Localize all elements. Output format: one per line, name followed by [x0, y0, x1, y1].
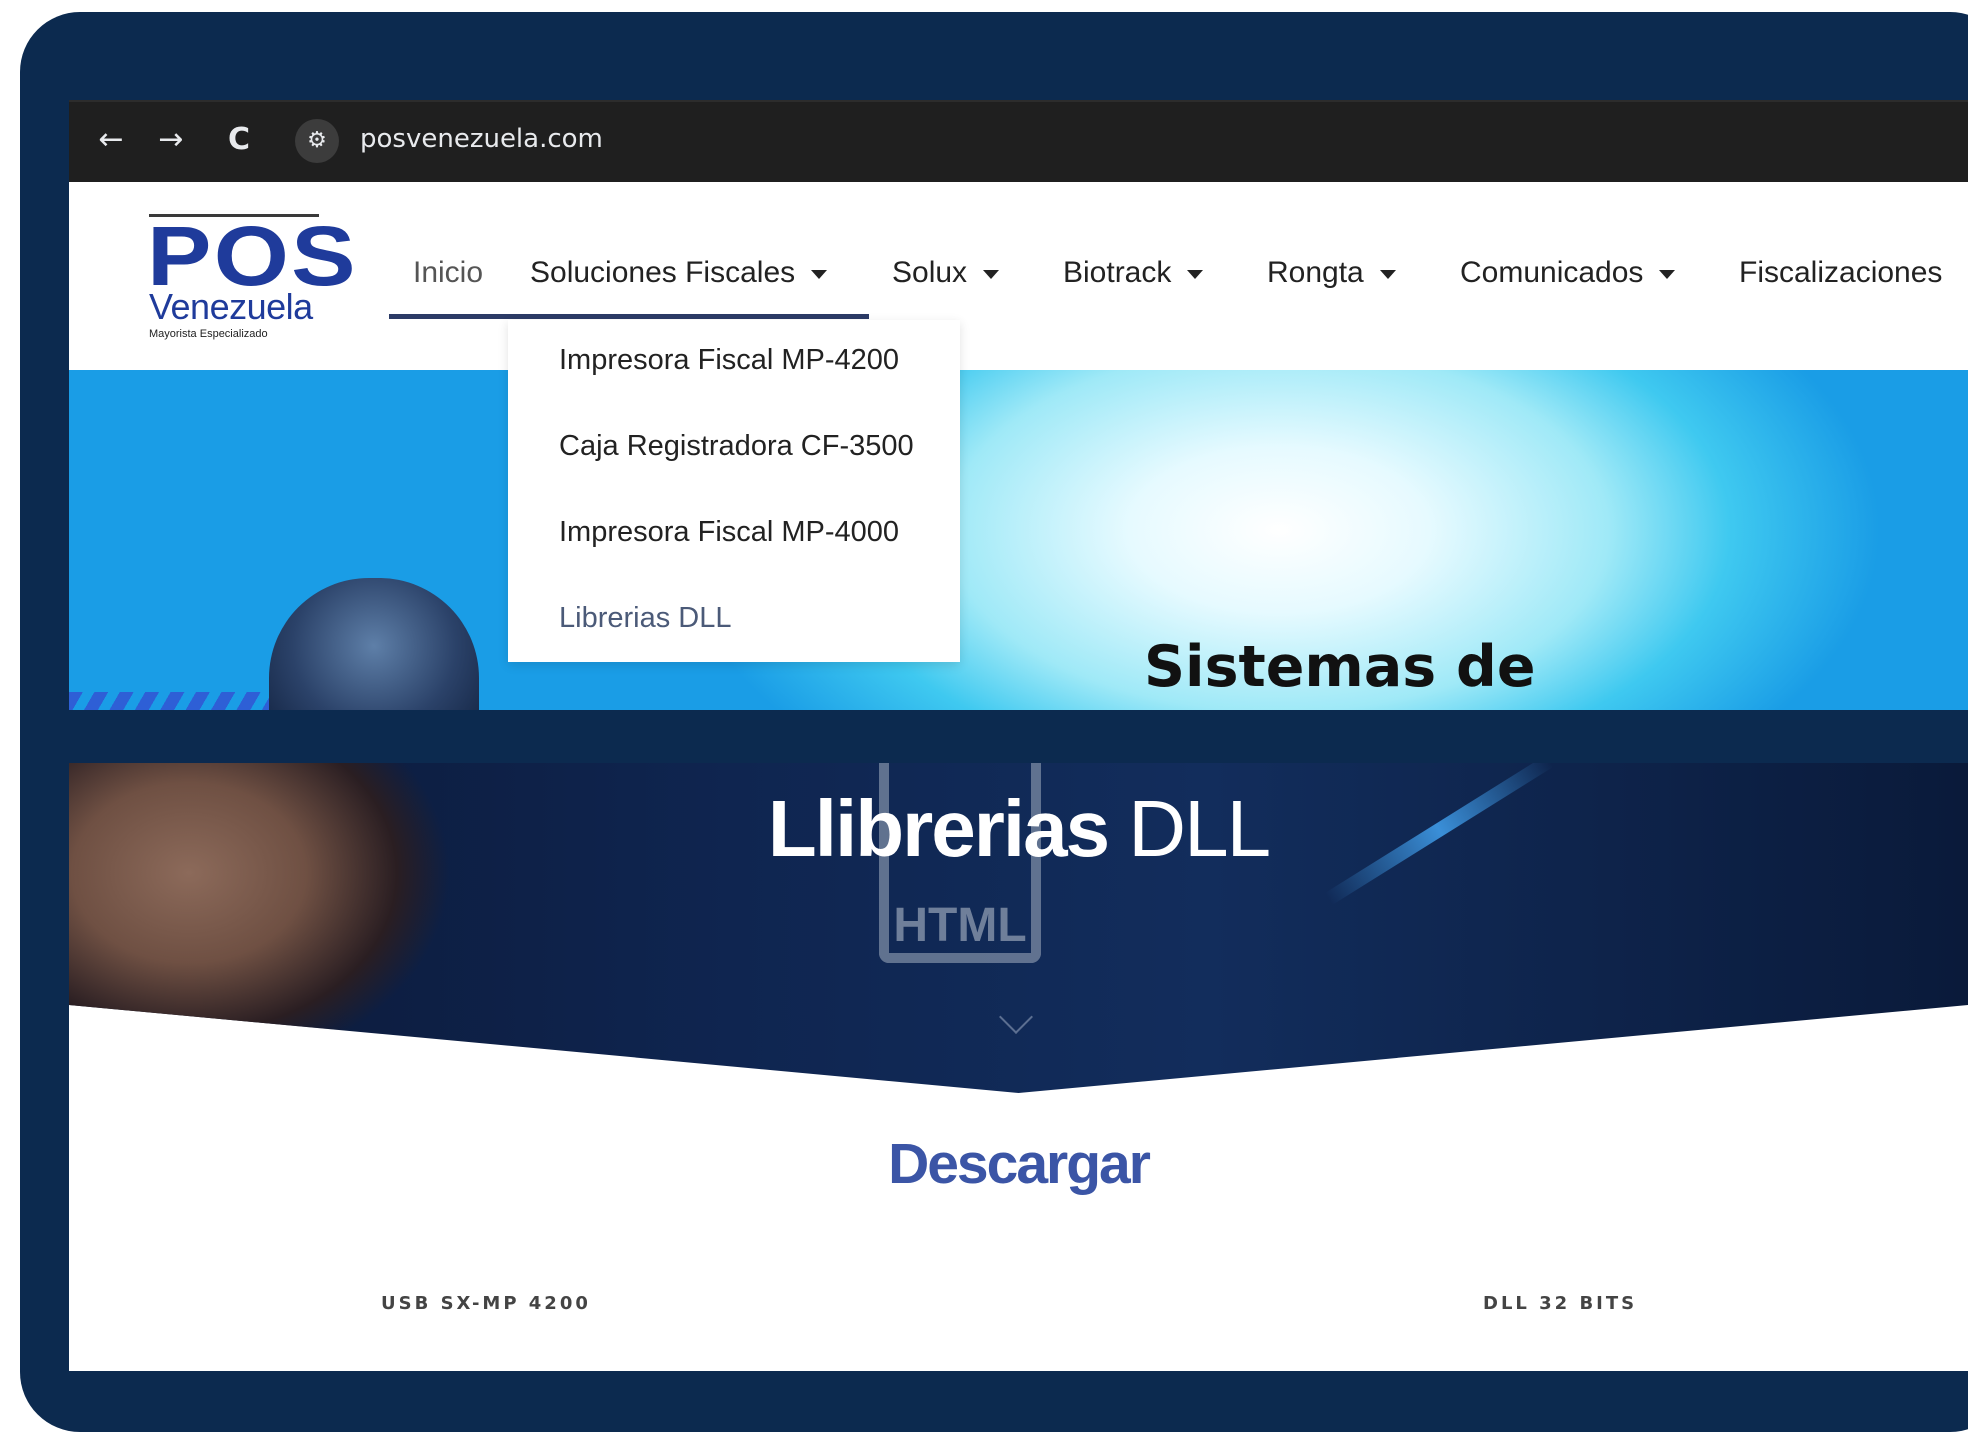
dropdown-item-mp4200[interactable]: Impresora Fiscal MP-4200 — [559, 344, 899, 377]
dropdown-item-cf3500[interactable]: Caja Registradora CF-3500 — [559, 430, 914, 463]
nav-item-label: Soluciones Fiscales — [530, 256, 796, 289]
site-settings-icon[interactable]: ⚙ — [295, 119, 339, 163]
nav-item-label: Solux — [892, 256, 968, 289]
caret-down-icon — [1659, 269, 1676, 279]
site-logo[interactable]: POS Venezuela Mayorista Especializado — [147, 209, 356, 344]
caret-down-icon — [1187, 269, 1204, 279]
dropdown-item-librerias-dll[interactable]: Librerias DLL — [559, 602, 731, 635]
nav-item-biotrack[interactable]: Biotrack — [1063, 256, 1204, 290]
nav-item-fiscalizaciones[interactable]: Fiscalizaciones — [1739, 256, 1942, 290]
document-icon-label: HTML — [893, 899, 1027, 952]
hero-banner: Sistemas de — [69, 370, 1968, 710]
nav-item-soluciones-fiscales[interactable]: Soluciones Fiscales — [530, 256, 828, 290]
page-title-bold: Llibrerias — [767, 784, 1110, 873]
page-title: Llibrerias DLL — [69, 783, 1968, 875]
page-banner: HTML Llibrerias DLL — [69, 763, 1968, 1093]
download-link-dll-32-bits[interactable]: DLL 32 BITS — [1483, 1293, 1637, 1314]
section-separator — [69, 710, 1968, 763]
nav-item-label: Comunicados — [1460, 256, 1644, 289]
hero-title: Sistemas de — [1144, 634, 1536, 700]
page-title-rest: DLL — [1108, 784, 1271, 873]
dropdown-item-mp4000[interactable]: Impresora Fiscal MP-4000 — [559, 516, 899, 549]
lower-page: HTML Llibrerias DLL Descargar USB SX-MP … — [69, 763, 1968, 1371]
logo-sub-text: Venezuela — [149, 286, 313, 327]
nav-item-label: Fiscalizaciones — [1739, 256, 1943, 289]
downloads-heading: Descargar — [888, 1132, 1151, 1196]
reload-icon[interactable]: C — [219, 120, 259, 160]
download-link-usb-sx-mp4200[interactable]: USB SX-MP 4200 — [381, 1293, 591, 1314]
browser-toolbar: ← → C ⚙ posvenezuela.com — [69, 100, 1968, 182]
top-strip — [308, 0, 1968, 12]
caret-down-icon — [1379, 269, 1396, 279]
caret-down-icon — [811, 269, 828, 279]
nav-item-inicio[interactable]: Inicio — [413, 256, 483, 290]
hero-person-image — [269, 578, 479, 710]
logo-tagline: Mayorista Especializado — [149, 328, 268, 340]
back-arrow-icon[interactable]: ← — [91, 120, 131, 160]
address-bar-url[interactable]: posvenezuela.com — [360, 124, 603, 154]
caret-down-icon — [983, 269, 1000, 279]
chevron-down-icon[interactable] — [999, 1000, 1033, 1034]
nav-item-label: Inicio — [413, 256, 484, 289]
soluciones-fiscales-dropdown: Impresora Fiscal MP-4200 Caja Registrado… — [508, 320, 960, 662]
nav-active-underline — [389, 314, 869, 319]
forward-arrow-icon[interactable]: → — [151, 120, 191, 160]
nav-item-solux[interactable]: Solux — [892, 256, 1000, 290]
site-header: POS Venezuela Mayorista Especializado In… — [69, 182, 1968, 370]
nav-item-rongta[interactable]: Rongta — [1267, 256, 1396, 290]
nav-item-label: Biotrack — [1063, 256, 1172, 289]
nav-item-label: Rongta — [1267, 256, 1364, 289]
nav-item-comunicados[interactable]: Comunicados — [1460, 256, 1676, 290]
